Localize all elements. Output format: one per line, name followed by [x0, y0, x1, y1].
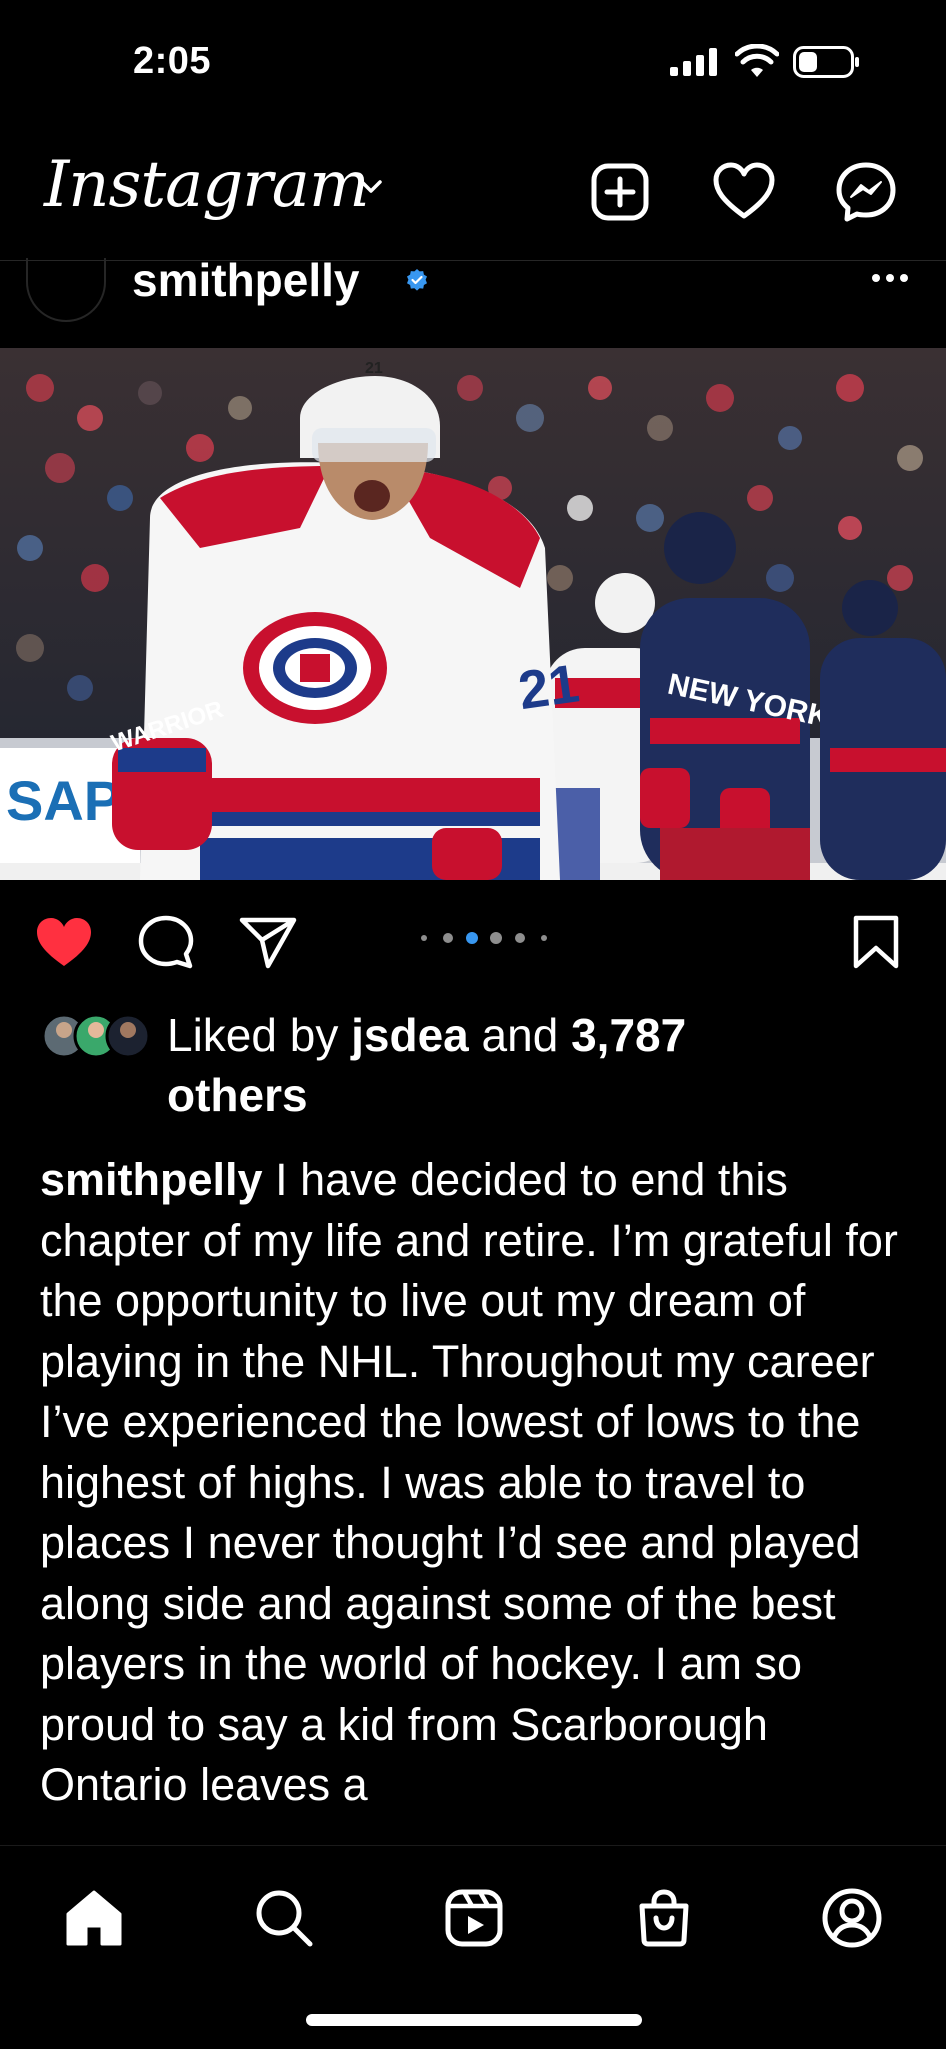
chevron-down-icon[interactable]: [358, 178, 384, 196]
shop-icon[interactable]: [632, 1886, 696, 1950]
reels-icon[interactable]: [442, 1886, 506, 1950]
ad-board-text: SAP: [6, 769, 121, 832]
carousel-dot: [443, 933, 453, 943]
liker-username[interactable]: jsdea: [351, 1009, 469, 1061]
carousel-dot: [515, 933, 525, 943]
post-photo[interactable]: SAP NEW YORK 21 21 WARRIOR: [0, 348, 946, 880]
cellular-signal-icon: [670, 48, 717, 76]
wifi-icon: [735, 44, 779, 77]
helmet-number: 21: [365, 360, 383, 377]
post-author-avatar[interactable]: [26, 258, 106, 322]
search-icon[interactable]: [252, 1886, 316, 1950]
share-icon[interactable]: [238, 914, 298, 970]
carousel-dot: [421, 935, 427, 941]
activity-heart-icon[interactable]: [712, 160, 776, 224]
bottom-tab-bar: [0, 1845, 946, 2049]
profile-icon[interactable]: [820, 1886, 884, 1950]
new-post-icon[interactable]: [588, 160, 652, 224]
post-caption: smithpelly I have decided to end this ch…: [40, 1150, 920, 1842]
liker-avatars[interactable]: [40, 1012, 152, 1060]
likes-others[interactable]: others: [167, 1069, 308, 1121]
likes-count[interactable]: 3,787: [571, 1009, 686, 1061]
verified-badge-icon: [407, 269, 427, 291]
caption-text: I have decided to end this chapter of my…: [40, 1154, 898, 1810]
like-heart-icon[interactable]: [34, 914, 94, 970]
carousel-dot-active: [466, 932, 478, 944]
jersey-number: 21: [515, 653, 583, 721]
battery-icon: [793, 46, 859, 78]
comment-icon[interactable]: [136, 914, 196, 970]
post-username[interactable]: smithpelly: [132, 253, 360, 307]
home-indicator: [306, 2014, 642, 2026]
instagram-logo[interactable]: Instagram: [44, 148, 370, 222]
home-icon[interactable]: [62, 1886, 126, 1950]
bookmark-icon[interactable]: [846, 914, 906, 970]
carousel-dot: [490, 932, 502, 944]
carousel-indicator: [421, 932, 547, 944]
more-options-icon[interactable]: [868, 258, 912, 298]
carousel-dot: [541, 935, 547, 941]
status-time: 2:05: [133, 40, 212, 82]
messenger-icon[interactable]: [834, 160, 898, 224]
caption-username[interactable]: smithpelly: [40, 1154, 263, 1205]
likes-summary[interactable]: Liked by jsdea and 3,787 others: [167, 1005, 907, 1125]
